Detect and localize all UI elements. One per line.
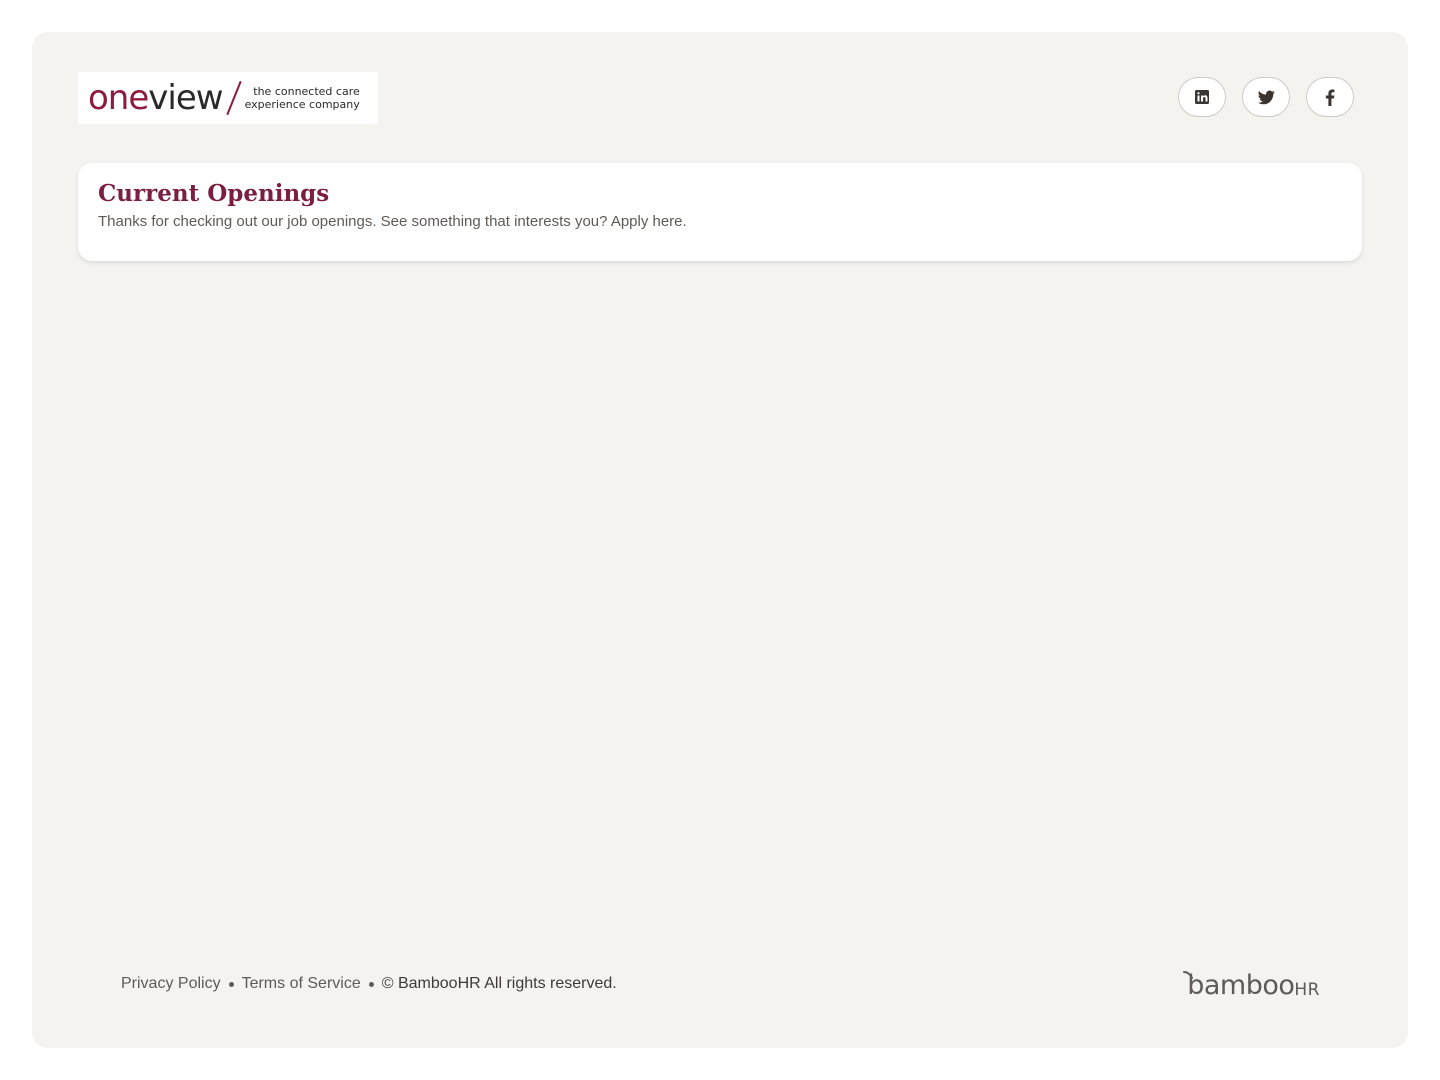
bamboohr-logo[interactable]: bamboo HR	[1183, 970, 1320, 1001]
bamboohr-logo-main: bamboo	[1187, 970, 1295, 1001]
linkedin-button[interactable]	[1178, 77, 1226, 117]
copyright-icon: ©	[381, 975, 394, 992]
social-links	[1178, 77, 1354, 117]
copyright-text: BambooHR All rights reserved.	[397, 975, 617, 992]
logo-tagline-line1: the connected care	[253, 85, 360, 98]
page-frame: one view the connected care experience co…	[32, 32, 1408, 1048]
bamboohr-logo-suffix: HR	[1294, 980, 1320, 1000]
twitter-button[interactable]	[1242, 77, 1290, 117]
bamboo-leaf-icon	[1183, 971, 1194, 979]
footer-separator	[228, 981, 234, 987]
page-subtitle: Thanks for checking out our job openings…	[98, 213, 687, 230]
logo-word-one: one	[88, 78, 149, 118]
logo-tagline-line2: experience company	[244, 98, 360, 111]
company-logo[interactable]: one view the connected care experience co…	[78, 72, 378, 124]
logo-slash	[225, 80, 242, 116]
header: one view the connected care experience co…	[78, 72, 1354, 124]
linkedin-icon	[1195, 90, 1209, 104]
footer: Privacy Policy Terms of Service © Bamboo…	[121, 970, 1320, 1002]
page-title: Current Openings	[98, 180, 330, 207]
footer-separator	[368, 981, 374, 987]
terms-of-service-link[interactable]: Terms of Service	[242, 975, 361, 993]
logo-wordmark: one view	[88, 78, 224, 118]
privacy-policy-link[interactable]: Privacy Policy	[121, 975, 221, 993]
twitter-icon	[1257, 90, 1275, 104]
copyright-notice: © BambooHR All rights reserved.	[382, 975, 617, 993]
current-openings-card: Current Openings Thanks for checking out…	[78, 163, 1362, 261]
logo-tagline: the connected care experience company	[245, 85, 360, 111]
facebook-icon	[1325, 88, 1335, 106]
logo-word-view: view	[148, 78, 223, 118]
footer-links: Privacy Policy Terms of Service © Bamboo…	[121, 975, 617, 993]
facebook-button[interactable]	[1306, 77, 1354, 117]
